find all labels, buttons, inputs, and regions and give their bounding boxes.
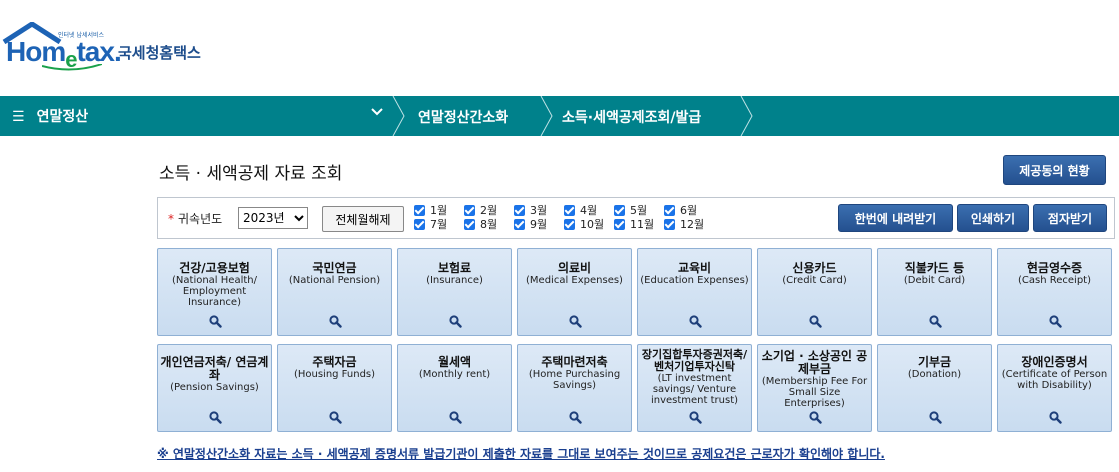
print-button[interactable]: 인쇄하기: [957, 204, 1029, 232]
magnifier-icon: [809, 315, 822, 328]
breadcrumb-separator-icon: [740, 96, 753, 136]
magnifier-icon: [569, 411, 582, 424]
nav-menu-label: 연말정산: [36, 109, 89, 125]
logo-korean-name: 국세청홈택스: [118, 44, 201, 62]
checkbox-checked-icon: [664, 219, 675, 230]
hamburger-icon: ☰: [12, 109, 25, 125]
tile-home-purchasing-savings[interactable]: 주택마련저축 (Home Purchasing Savings): [517, 344, 632, 432]
magnifier-icon: [809, 411, 822, 424]
tile-debit-card[interactable]: 직불카드 등 (Debit Card): [877, 248, 992, 336]
tile-donation[interactable]: 기부금 (Donation): [877, 344, 992, 432]
month-checkbox[interactable]: 8월: [464, 218, 497, 231]
magnifier-icon: [1049, 315, 1062, 328]
checkbox-checked-icon: [414, 205, 425, 216]
tile-health-employment-insurance[interactable]: 건강/고용보험 (National Health/ Employment Ins…: [157, 248, 272, 336]
magnifier-icon: [449, 315, 462, 328]
tile-education-expenses[interactable]: 교육비 (Education Expenses): [637, 248, 752, 336]
year-select[interactable]: 2023년: [238, 207, 308, 229]
month-checkbox[interactable]: 9월: [514, 218, 547, 231]
breadcrumb-year-end-simplified[interactable]: 연말정산간소화: [418, 107, 508, 127]
main-nav-bar: ☰ 연말정산 연말정산간소화 소득·세액공제조회/발급: [0, 96, 1119, 136]
checkbox-checked-icon: [464, 205, 475, 216]
checkbox-checked-icon: [514, 219, 525, 230]
month-checkbox[interactable]: 5월: [614, 204, 647, 217]
checkbox-checked-icon: [664, 205, 675, 216]
breadcrumb-separator-icon: [540, 96, 553, 136]
hometax-logo[interactable]: 인터넷 납세서비스 Hometax. 국세청홈택스: [2, 22, 242, 72]
magnifier-icon: [929, 315, 942, 328]
month-checkbox[interactable]: 4월: [564, 204, 597, 217]
checkbox-checked-icon: [564, 219, 575, 230]
month-checkbox[interactable]: 11월: [614, 218, 654, 231]
tile-credit-card[interactable]: 신용카드 (Credit Card): [757, 248, 872, 336]
breadcrumb-separator-icon: [392, 96, 405, 136]
tile-national-pension[interactable]: 국민연금 (National Pension): [277, 248, 392, 336]
checkbox-checked-icon: [564, 205, 575, 216]
notice-text[interactable]: ※ 연말정산간소화 자료는 소득 · 세액공제 증명서류 발급기관이 제출한 자…: [157, 445, 885, 462]
checkbox-checked-icon: [614, 219, 625, 230]
magnifier-icon: [569, 315, 582, 328]
tile-monthly-rent[interactable]: 월세액 (Monthly rent): [397, 344, 512, 432]
nav-menu-button[interactable]: ☰ 연말정산: [12, 106, 88, 126]
checkbox-checked-icon: [464, 219, 475, 230]
month-checkbox[interactable]: 12월: [664, 218, 704, 231]
braille-download-button[interactable]: 점자받기: [1033, 204, 1107, 232]
required-mark-icon: *: [168, 212, 174, 226]
month-checkboxes: 1월 2월 3월 4월 5월 6월 7월 8월 9월 10월 11월 12월: [414, 204, 724, 234]
checkbox-checked-icon: [414, 219, 425, 230]
month-checkbox[interactable]: 1월: [414, 204, 447, 217]
month-checkbox[interactable]: 3월: [514, 204, 547, 217]
page-title: 소득 · 세액공제 자료 조회: [159, 164, 343, 184]
tile-cash-receipt[interactable]: 현금영수증 (Cash Receipt): [997, 248, 1112, 336]
magnifier-icon: [1049, 411, 1062, 424]
magnifier-icon: [929, 411, 942, 424]
tile-small-enterprise-membership[interactable]: 소기업 · 소상공인 공제부금 (Membership Fee For Smal…: [757, 344, 872, 432]
month-checkbox[interactable]: 10월: [564, 218, 604, 231]
month-checkbox[interactable]: 6월: [664, 204, 697, 217]
magnifier-icon: [209, 411, 222, 424]
chevron-down-icon[interactable]: [370, 105, 384, 123]
tile-insurance[interactable]: 보험료 (Insurance): [397, 248, 512, 336]
magnifier-icon: [449, 411, 462, 424]
checkbox-checked-icon: [514, 205, 525, 216]
month-checkbox[interactable]: 2월: [464, 204, 497, 217]
checkbox-checked-icon: [614, 205, 625, 216]
toggle-all-months-button[interactable]: 전체월해제: [322, 206, 404, 232]
magnifier-icon: [689, 315, 702, 328]
tile-lt-investment-savings[interactable]: 장기집합투자증권저축/ 벤처기업투자신탁 (LT investment savi…: [637, 344, 752, 432]
tile-pension-savings[interactable]: 개인연금저축/ 연금계좌 (Pension Savings): [157, 344, 272, 432]
magnifier-icon: [329, 315, 342, 328]
download-all-button[interactable]: 한번에 내려받기: [838, 204, 953, 232]
year-label: * 귀속년도: [168, 212, 223, 226]
magnifier-icon: [329, 411, 342, 424]
swoosh-icon: [42, 64, 102, 71]
breadcrumb-deduction-inquiry[interactable]: 소득·세액공제조회/발급: [562, 107, 701, 127]
tile-housing-funds[interactable]: 주택자금 (Housing Funds): [277, 344, 392, 432]
filter-bar: * 귀속년도 2023년 전체월해제 1월 2월 3월 4월 5월 6월 7월 8…: [157, 197, 1115, 239]
magnifier-icon: [689, 411, 702, 424]
tile-disability-certificate[interactable]: 장애인증명서 (Certificate of Person with Disab…: [997, 344, 1112, 432]
magnifier-icon: [209, 315, 222, 328]
consent-status-button[interactable]: 제공동의 현황: [1003, 155, 1106, 185]
tile-medical-expenses[interactable]: 의료비 (Medical Expenses): [517, 248, 632, 336]
month-checkbox[interactable]: 7월: [414, 218, 447, 231]
